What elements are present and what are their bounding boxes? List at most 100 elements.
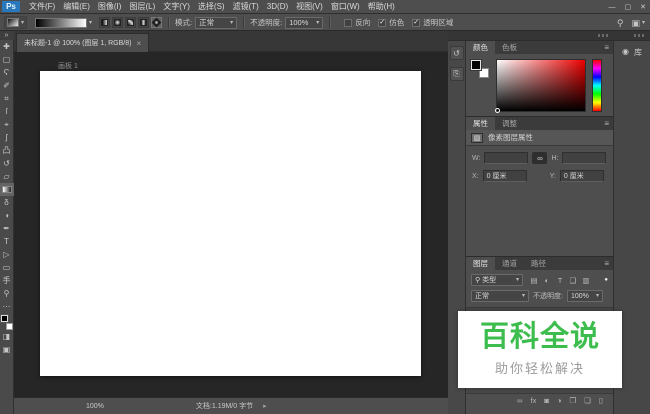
menu-file[interactable]: 文件(F) <box>25 1 59 12</box>
tab-swatches[interactable]: 色板 <box>495 41 524 54</box>
smart-object-filter-icon[interactable]: ▥ <box>581 276 591 285</box>
dodge-tool[interactable]: ◑ <box>0 209 14 222</box>
height-field[interactable] <box>562 152 606 164</box>
transparency-checkbox[interactable]: ✓ 透明区域 <box>412 17 453 28</box>
link-dimensions-icon[interactable]: ∞ <box>532 152 547 164</box>
eyedropper-tool[interactable]: ſ <box>0 105 14 118</box>
screen-mode-button[interactable]: ▣ <box>0 343 14 356</box>
tab-properties[interactable]: 属性 <box>466 117 495 130</box>
new-adjustment-layer-icon[interactable]: ◑ <box>557 396 562 405</box>
artboard-canvas[interactable] <box>40 71 421 376</box>
add-layer-mask-icon[interactable]: ◙ <box>544 396 549 405</box>
panel-menu-icon[interactable]: ≡ <box>604 41 609 54</box>
foreground-background-colors[interactable] <box>0 315 14 330</box>
menu-view[interactable]: 视图(V) <box>292 1 327 12</box>
menu-help[interactable]: 帮助(H) <box>364 1 399 12</box>
layer-filter-select[interactable]: ⚲ 类型 ▾ <box>471 274 523 286</box>
libraries-panel-icon[interactable]: ◉ <box>622 47 629 56</box>
rectangle-tool[interactable]: ▭ <box>0 261 14 274</box>
eraser-tool[interactable]: ▱ <box>0 170 14 183</box>
x-field[interactable]: 0 厘米 <box>483 170 527 182</box>
history-brush-tool[interactable]: ↺ <box>0 157 14 170</box>
chevron-down-icon[interactable]: ▾ <box>89 20 92 26</box>
minimize-icon[interactable]: — <box>609 4 616 11</box>
maximize-icon[interactable]: ▢ <box>625 3 632 11</box>
y-field[interactable]: 0 厘米 <box>560 170 604 182</box>
close-window-icon[interactable]: ✕ <box>640 3 646 11</box>
diamond-gradient-button[interactable] <box>151 17 162 28</box>
close-tab-icon[interactable]: × <box>136 39 141 48</box>
layers-opacity-select[interactable]: 100% ▾ <box>567 290 603 302</box>
status-options-icon[interactable]: ▸ <box>263 402 267 410</box>
path-selection-tool[interactable]: ▷ <box>0 248 14 261</box>
search-icon[interactable]: ⚲ <box>617 18 624 29</box>
spot-healing-tool[interactable]: ⌖ <box>0 118 14 131</box>
menu-image[interactable]: 图像(I) <box>94 1 126 12</box>
libraries-label[interactable]: 库 <box>634 47 642 58</box>
filter-toggle-icon[interactable]: ● <box>604 277 608 283</box>
blur-tool[interactable]: δ <box>0 196 14 209</box>
reverse-checkbox[interactable]: 反向 <box>344 17 370 28</box>
dock-grip[interactable] <box>634 34 644 37</box>
marquee-tool[interactable]: ▢ <box>0 53 14 66</box>
new-layer-icon[interactable]: ❏ <box>584 396 591 405</box>
artboard-label[interactable]: 画板 1 <box>58 61 78 71</box>
edit-toolbar-button[interactable]: ⋯ <box>0 300 14 313</box>
menu-filter[interactable]: 滤镜(T) <box>229 1 263 12</box>
gradient-editor-preview[interactable] <box>35 18 87 28</box>
brush-tool[interactable]: ʃ <box>0 131 14 144</box>
width-field[interactable] <box>484 152 528 164</box>
canvas-area[interactable]: 画板 1 <box>14 52 448 397</box>
dock-grip[interactable] <box>598 34 608 37</box>
saturation-brightness-picker[interactable] <box>496 59 586 112</box>
shape-layer-filter-icon[interactable]: ❑ <box>568 276 578 285</box>
move-tool[interactable]: ✚ <box>0 40 14 53</box>
workspace-switcher[interactable]: ▣ ▾ <box>631 18 645 29</box>
pixel-layer-filter-icon[interactable]: ▤ <box>529 276 539 285</box>
gradient-tool[interactable] <box>0 183 14 196</box>
tab-adjustments[interactable]: 调整 <box>495 117 524 130</box>
menu-select[interactable]: 选择(S) <box>194 1 229 12</box>
dither-checkbox[interactable]: ✓ 仿色 <box>378 17 404 28</box>
pen-tool[interactable]: ✒ <box>0 222 14 235</box>
layer-style-icon[interactable]: fx <box>530 396 536 405</box>
linear-gradient-button[interactable] <box>99 17 110 28</box>
opacity-select[interactable]: 100% ▾ <box>285 17 323 29</box>
radial-gradient-button[interactable] <box>112 17 123 28</box>
snapshot-panel-button[interactable]: ⎘ <box>450 67 464 81</box>
quick-selection-tool[interactable]: ✐ <box>0 79 14 92</box>
color-panel-swatches[interactable] <box>471 60 489 78</box>
zoom-level-field[interactable]: 100% <box>86 403 104 410</box>
panel-menu-icon[interactable]: ≡ <box>604 117 609 130</box>
tool-preset-picker[interactable]: ▾ <box>4 16 27 29</box>
lasso-tool[interactable]: Ϛ <box>0 66 14 79</box>
blend-mode-select[interactable]: 正常 ▾ <box>195 17 237 29</box>
layers-blend-mode-select[interactable]: 正常 ▾ <box>471 290 529 302</box>
collapse-tools-icon[interactable]: » <box>0 31 14 40</box>
hand-tool[interactable]: 手 <box>0 274 14 287</box>
zoom-tool[interactable]: ⚲ <box>0 287 14 300</box>
document-tab[interactable]: 未标题-1 @ 100% (图层 1, RGB/8) × <box>16 33 149 52</box>
quick-mask-button[interactable]: ◨ <box>0 330 14 343</box>
menu-3d[interactable]: 3D(D) <box>263 2 292 11</box>
new-group-icon[interactable]: ❐ <box>569 396 576 405</box>
tab-color[interactable]: 颜色 <box>466 41 495 54</box>
clone-stamp-tool[interactable]: 凸 <box>0 144 14 157</box>
menu-window[interactable]: 窗口(W) <box>327 1 364 12</box>
link-layers-icon[interactable]: ∞ <box>517 396 522 405</box>
reflected-gradient-button[interactable] <box>138 17 149 28</box>
tab-channels[interactable]: 通道 <box>495 257 524 270</box>
menu-layer[interactable]: 图层(L) <box>125 1 159 12</box>
history-panel-button[interactable]: ↺ <box>450 46 464 60</box>
hue-slider[interactable] <box>592 59 602 112</box>
crop-tool[interactable]: ⌗ <box>0 92 14 105</box>
type-tool[interactable]: T <box>0 235 14 248</box>
menu-type[interactable]: 文字(Y) <box>159 1 194 12</box>
adjustment-layer-filter-icon[interactable]: ◐ <box>542 276 552 285</box>
panel-menu-icon[interactable]: ≡ <box>604 257 609 270</box>
angle-gradient-button[interactable] <box>125 17 136 28</box>
tab-layers[interactable]: 图层 <box>466 257 495 270</box>
tab-paths[interactable]: 路径 <box>524 257 553 270</box>
menu-edit[interactable]: 编辑(E) <box>59 1 94 12</box>
delete-layer-icon[interactable]: ▯ <box>599 396 603 405</box>
